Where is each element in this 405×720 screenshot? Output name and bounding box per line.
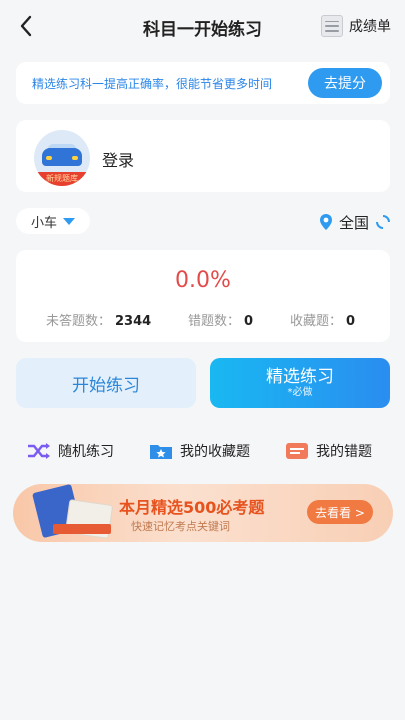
triangle-down-icon: [63, 217, 75, 225]
random-practice-link[interactable]: 随机练习: [26, 440, 114, 462]
car-headlight: [46, 156, 52, 160]
avatar-ribbon: 新规题库: [34, 172, 90, 186]
avatar[interactable]: 新规题库: [34, 130, 90, 186]
wrong-book-icon: [286, 443, 308, 459]
favorites-label: 收藏题：: [290, 314, 343, 329]
login-card[interactable]: 新规题库 登录: [16, 120, 390, 192]
wrong-label: 错题数：: [188, 314, 241, 329]
unanswered-count: 2344: [115, 314, 152, 329]
wrong-stat[interactable]: 错题数： 0: [188, 310, 253, 329]
login-label[interactable]: 登录: [102, 147, 134, 171]
my-wrong-questions-label: 我的错题: [316, 444, 372, 460]
my-favorites-label: 我的收藏题: [180, 444, 250, 460]
region-label: 全国: [338, 213, 369, 232]
switch-icon[interactable]: [375, 214, 391, 230]
promo-banner[interactable]: 本月精选500必考题 快速记忆考点关键词 去看看 >: [13, 484, 393, 542]
tip-banner: 精选练习科一提高正确率，很能节省更多时间 去提分: [16, 62, 390, 104]
star-folder-icon: [150, 445, 172, 459]
car-type-select[interactable]: 小车: [16, 208, 90, 234]
start-practice-button[interactable]: 开始练习: [16, 358, 196, 408]
promo-title: 本月精选500必考题: [119, 498, 265, 517]
location-pin-icon: [319, 214, 332, 230]
selected-practice-button[interactable]: 精选练习 *必做: [210, 358, 390, 408]
boost-score-button[interactable]: 去提分: [308, 68, 382, 98]
promo-go-button[interactable]: 去看看 >: [307, 500, 373, 524]
random-practice-label: 随机练习: [58, 444, 114, 460]
tip-banner-text: 精选练习科一提高正确率，很能节省更多时间: [32, 77, 273, 91]
unanswered-stat[interactable]: 未答题数： 2344: [46, 310, 151, 329]
favorites-stat[interactable]: 收藏题： 0: [290, 310, 355, 329]
wrong-count: 0: [244, 314, 254, 329]
score-report-label: 成绩单: [349, 19, 391, 35]
report-icon: [321, 15, 343, 37]
promo-subtitle: 快速记忆考点关键词: [131, 520, 230, 533]
car-type-label: 小车: [30, 215, 57, 231]
shuffle-icon: [28, 443, 50, 459]
region-select[interactable]: 全国: [319, 210, 391, 234]
my-wrong-questions-link[interactable]: 我的错题: [284, 440, 372, 462]
unanswered-label: 未答题数：: [46, 314, 112, 329]
stats-card: 0.0% 未答题数： 2344 错题数： 0 收藏题： 0: [16, 250, 390, 342]
selected-practice-label: 精选练习: [266, 367, 334, 387]
book-illustration: [53, 524, 111, 534]
required-tag: *必做: [287, 387, 313, 398]
score-report-button[interactable]: 成绩单: [321, 14, 391, 38]
accuracy-value: 0.0%: [175, 268, 231, 293]
favorites-count: 0: [346, 314, 356, 329]
header-bar: 科目一开始练习 成绩单: [0, 0, 405, 52]
my-favorites-link[interactable]: 我的收藏题: [148, 440, 250, 462]
car-headlight: [72, 156, 78, 160]
